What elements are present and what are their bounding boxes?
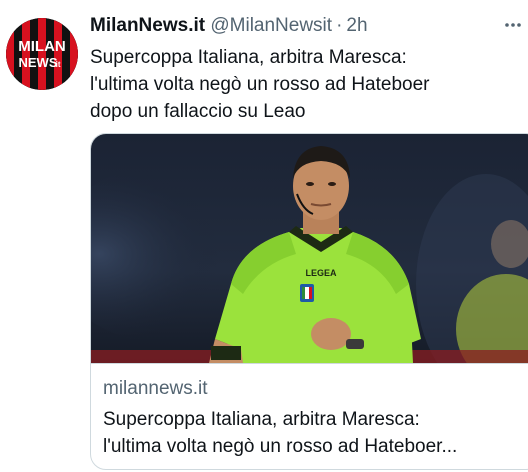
avatar[interactable]: MILAN NEWS .it	[6, 18, 78, 90]
logo-text-top: MILAN	[18, 38, 66, 55]
tweet-text-line: Supercoppa Italiana, arbitra Maresca:	[90, 47, 407, 68]
display-name[interactable]: MilanNews.it	[90, 15, 205, 36]
card-title-line: Supercoppa Italiana, arbitra Maresca:	[103, 409, 420, 430]
card-title-line: l'ultima volta negò un rosso ad Hateboer…	[103, 436, 458, 457]
tweet-header: MilanNews.it @MilanNewsit · 2h	[90, 12, 368, 40]
link-card[interactable]: LEGEA milannews.it Supercoppa Italiana, …	[90, 133, 528, 470]
separator-dot: ·	[336, 15, 343, 36]
tweet[interactable]: MILAN NEWS .it MilanNews.it @MilanNewsit…	[0, 0, 528, 472]
milannews-logo: MILAN NEWS .it	[6, 18, 78, 90]
logo-text-bottom: NEWS	[19, 55, 58, 70]
card-divider	[91, 363, 528, 364]
card-image[interactable]: LEGEA	[91, 134, 528, 363]
timestamp[interactable]: 2h	[346, 15, 367, 36]
tweet-text-line: l'ultima volta negò un rosso ad Hateboer	[90, 74, 430, 95]
tweet-text-line: dopo un fallaccio su Leao	[90, 101, 306, 122]
card-domain[interactable]: milannews.it	[103, 378, 208, 400]
tweet-text: Supercoppa Italiana, arbitra Maresca: l'…	[90, 44, 520, 125]
shirt-brand-text: LEGEA	[305, 268, 337, 278]
user-handle[interactable]: @MilanNewsit	[210, 15, 332, 36]
more-options-icon[interactable]	[500, 12, 526, 38]
logo-text-suffix: .it	[53, 60, 60, 69]
referee-photo: LEGEA	[91, 134, 528, 363]
card-title[interactable]: Supercoppa Italiana, arbitra Maresca: l'…	[103, 406, 523, 460]
